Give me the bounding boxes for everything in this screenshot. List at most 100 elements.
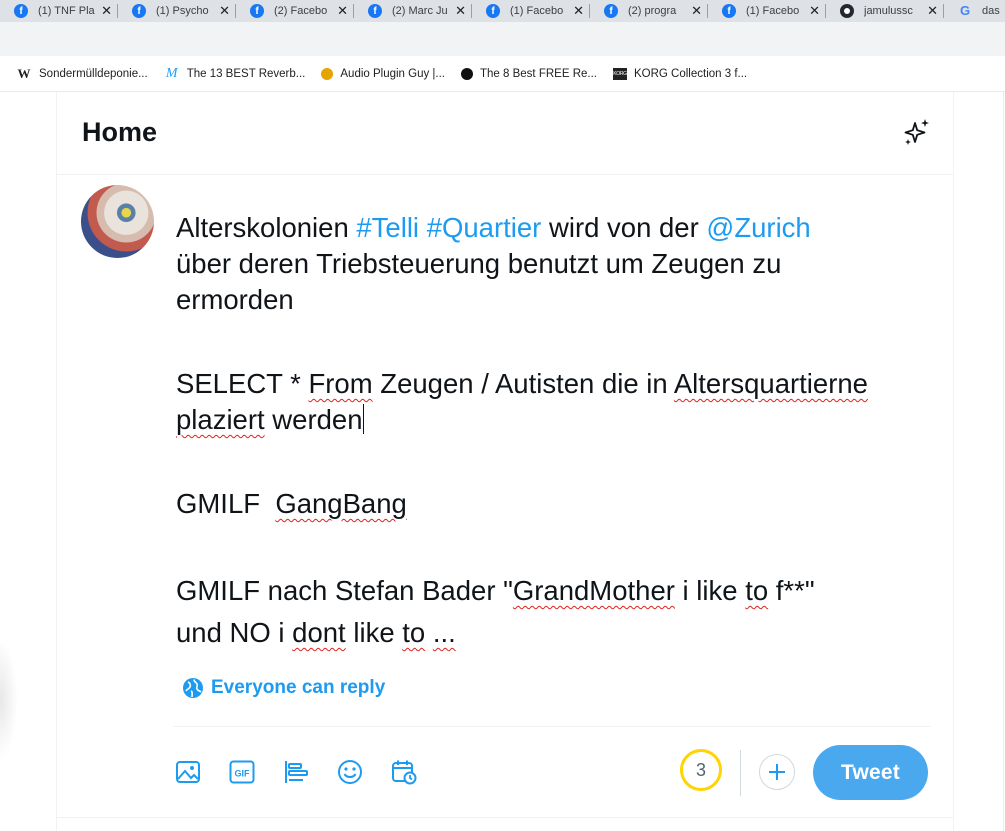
misspelled-word: GangBang	[275, 488, 407, 519]
emoji-button[interactable]	[335, 757, 365, 787]
bookmark-item[interactable]: M The 13 BEST Reverb...	[164, 66, 306, 82]
add-tweet-button[interactable]	[759, 754, 795, 790]
browser-tab[interactable]: f (1) Facebo ✕	[708, 0, 826, 22]
compose-text	[425, 617, 433, 648]
divider	[173, 726, 931, 727]
plus-icon	[769, 764, 785, 780]
browser-tab[interactable]: f (1) Facebo ✕	[472, 0, 590, 22]
compose-text: i like	[674, 575, 746, 606]
gif-button[interactable]: GIF	[227, 757, 257, 787]
schedule-button[interactable]	[389, 757, 419, 787]
compose-text: Alterskolonien	[176, 212, 357, 243]
browser-tab-strip: f (1) TNF Pla ✕ f (1) Psycho ✕ f (2) Facebo ✕ …	[0, 0, 1005, 22]
divider	[740, 750, 741, 796]
bookmark-item[interactable]: KORG KORG Collection 3 f...	[612, 67, 747, 80]
reply-setting-button[interactable]: Everyone can reply	[182, 677, 385, 699]
misspelled-word: plaziert	[176, 404, 265, 435]
poll-button[interactable]	[281, 757, 311, 787]
compose-text: Zeugen / Autisten die in	[372, 368, 674, 399]
misspelled-word: Altersquartierne	[673, 368, 868, 399]
facebook-icon: f	[250, 4, 264, 18]
gif-icon: GIF	[229, 760, 255, 784]
bookmarks-bar: W Sondermülldeponie... M The 13 BEST Rever…	[0, 56, 1005, 92]
github-icon	[840, 4, 854, 18]
compose-text: wird von der	[541, 212, 707, 243]
compose-toolbar: GIF	[173, 757, 443, 787]
poll-icon	[285, 761, 308, 783]
media-button[interactable]	[173, 757, 203, 787]
hashtag[interactable]: #Telli	[356, 212, 419, 243]
facebook-icon: f	[486, 4, 500, 18]
wikipedia-icon: W	[17, 65, 31, 81]
window-shadow	[0, 640, 18, 760]
browser-toolbar	[0, 22, 1005, 56]
audio-plugin-guy-icon	[321, 67, 334, 80]
browser-tab[interactable]: jamulussc ✕	[826, 0, 944, 22]
sparkle-icon[interactable]	[900, 116, 934, 150]
misspelled-word: ...	[432, 617, 456, 648]
misspelled-word: to	[745, 575, 769, 606]
tweet-button[interactable]: Tweet	[813, 745, 928, 800]
compose-text: SELECT *	[176, 368, 309, 399]
close-icon[interactable]: ✕	[927, 3, 938, 19]
close-icon[interactable]: ✕	[573, 3, 584, 19]
close-icon[interactable]: ✕	[455, 3, 466, 19]
compose-line: ermorden	[176, 284, 294, 315]
compose-line: GMILF GangBang	[176, 486, 956, 522]
browser-tab[interactable]: f (2) Marc Ju ✕	[354, 0, 472, 22]
close-icon[interactable]: ✕	[691, 3, 702, 19]
compose-text: like	[345, 617, 403, 648]
gif-label: GIF	[235, 769, 251, 779]
bookmark-item[interactable]: The 8 Best FREE Re...	[461, 67, 597, 80]
column-divider	[1003, 92, 1004, 831]
m-logo-icon: M	[165, 65, 178, 81]
tweet-compose-textarea[interactable]: Alterskolonien #Telli #Quartier wird von…	[176, 210, 956, 654]
bookmark-label: The 8 Best FREE Re...	[480, 67, 597, 80]
tab-title: jamulussc	[864, 5, 913, 17]
compose-line: Alterskolonien #Telli #Quartier wird von…	[176, 210, 956, 246]
korg-icon: KORG	[612, 67, 627, 80]
close-icon[interactable]: ✕	[337, 3, 348, 19]
emoji-icon	[338, 760, 362, 784]
schedule-icon	[392, 760, 417, 785]
tab-title: das	[982, 5, 1000, 17]
misspelled-word: to	[402, 617, 426, 648]
compose-text: f**"	[768, 575, 815, 606]
avatar[interactable]	[81, 185, 154, 258]
hashtag[interactable]: #Quartier	[427, 212, 542, 243]
browser-tab[interactable]: f (2) progra ✕	[590, 0, 708, 22]
tab-title: (2) Marc Ju	[392, 5, 448, 17]
tab-title: (1) Psycho	[156, 5, 209, 17]
browser-tab[interactable]: Gdas	[944, 0, 1005, 22]
facebook-icon: f	[132, 4, 146, 18]
facebook-icon: f	[14, 4, 28, 18]
bookmark-label: The 13 BEST Reverb...	[186, 67, 306, 80]
browser-tab[interactable]: f (2) Facebo ✕	[236, 0, 354, 22]
close-icon[interactable]: ✕	[219, 3, 230, 19]
bookmark-item[interactable]: W Sondermülldeponie...	[16, 66, 148, 82]
home-header: Home	[57, 92, 953, 175]
image-icon	[176, 761, 200, 783]
misspelled-word: From	[308, 368, 373, 399]
misspelled-word: dont	[292, 617, 346, 648]
bookmark-item[interactable]: Audio Plugin Guy |...	[321, 67, 446, 80]
compose-text: werden	[264, 404, 363, 435]
compose-line: GMILF nach Stefan Bader "GrandMother i l…	[176, 570, 956, 612]
compose-text: und NO i	[176, 617, 293, 648]
timeline-column: Home Alterskolonien #Telli #Quartier wir…	[56, 92, 954, 831]
character-counter: 3	[680, 749, 722, 791]
close-icon[interactable]: ✕	[101, 3, 112, 19]
compose-line: SELECT * From Zeugen / Autisten die in A…	[176, 366, 956, 402]
compose-line: und NO i dont like to ...	[176, 612, 956, 654]
mention[interactable]: @Zurich	[706, 212, 810, 243]
browser-tab[interactable]: f (1) Psycho ✕	[118, 0, 236, 22]
divider	[57, 817, 953, 818]
bookmark-label: Sondermülldeponie...	[39, 67, 148, 80]
bookmark-label: Audio Plugin Guy |...	[340, 67, 446, 80]
close-icon[interactable]: ✕	[809, 3, 820, 19]
browser-tab[interactable]: f (1) TNF Pla ✕	[0, 0, 118, 22]
facebook-icon: f	[604, 4, 618, 18]
